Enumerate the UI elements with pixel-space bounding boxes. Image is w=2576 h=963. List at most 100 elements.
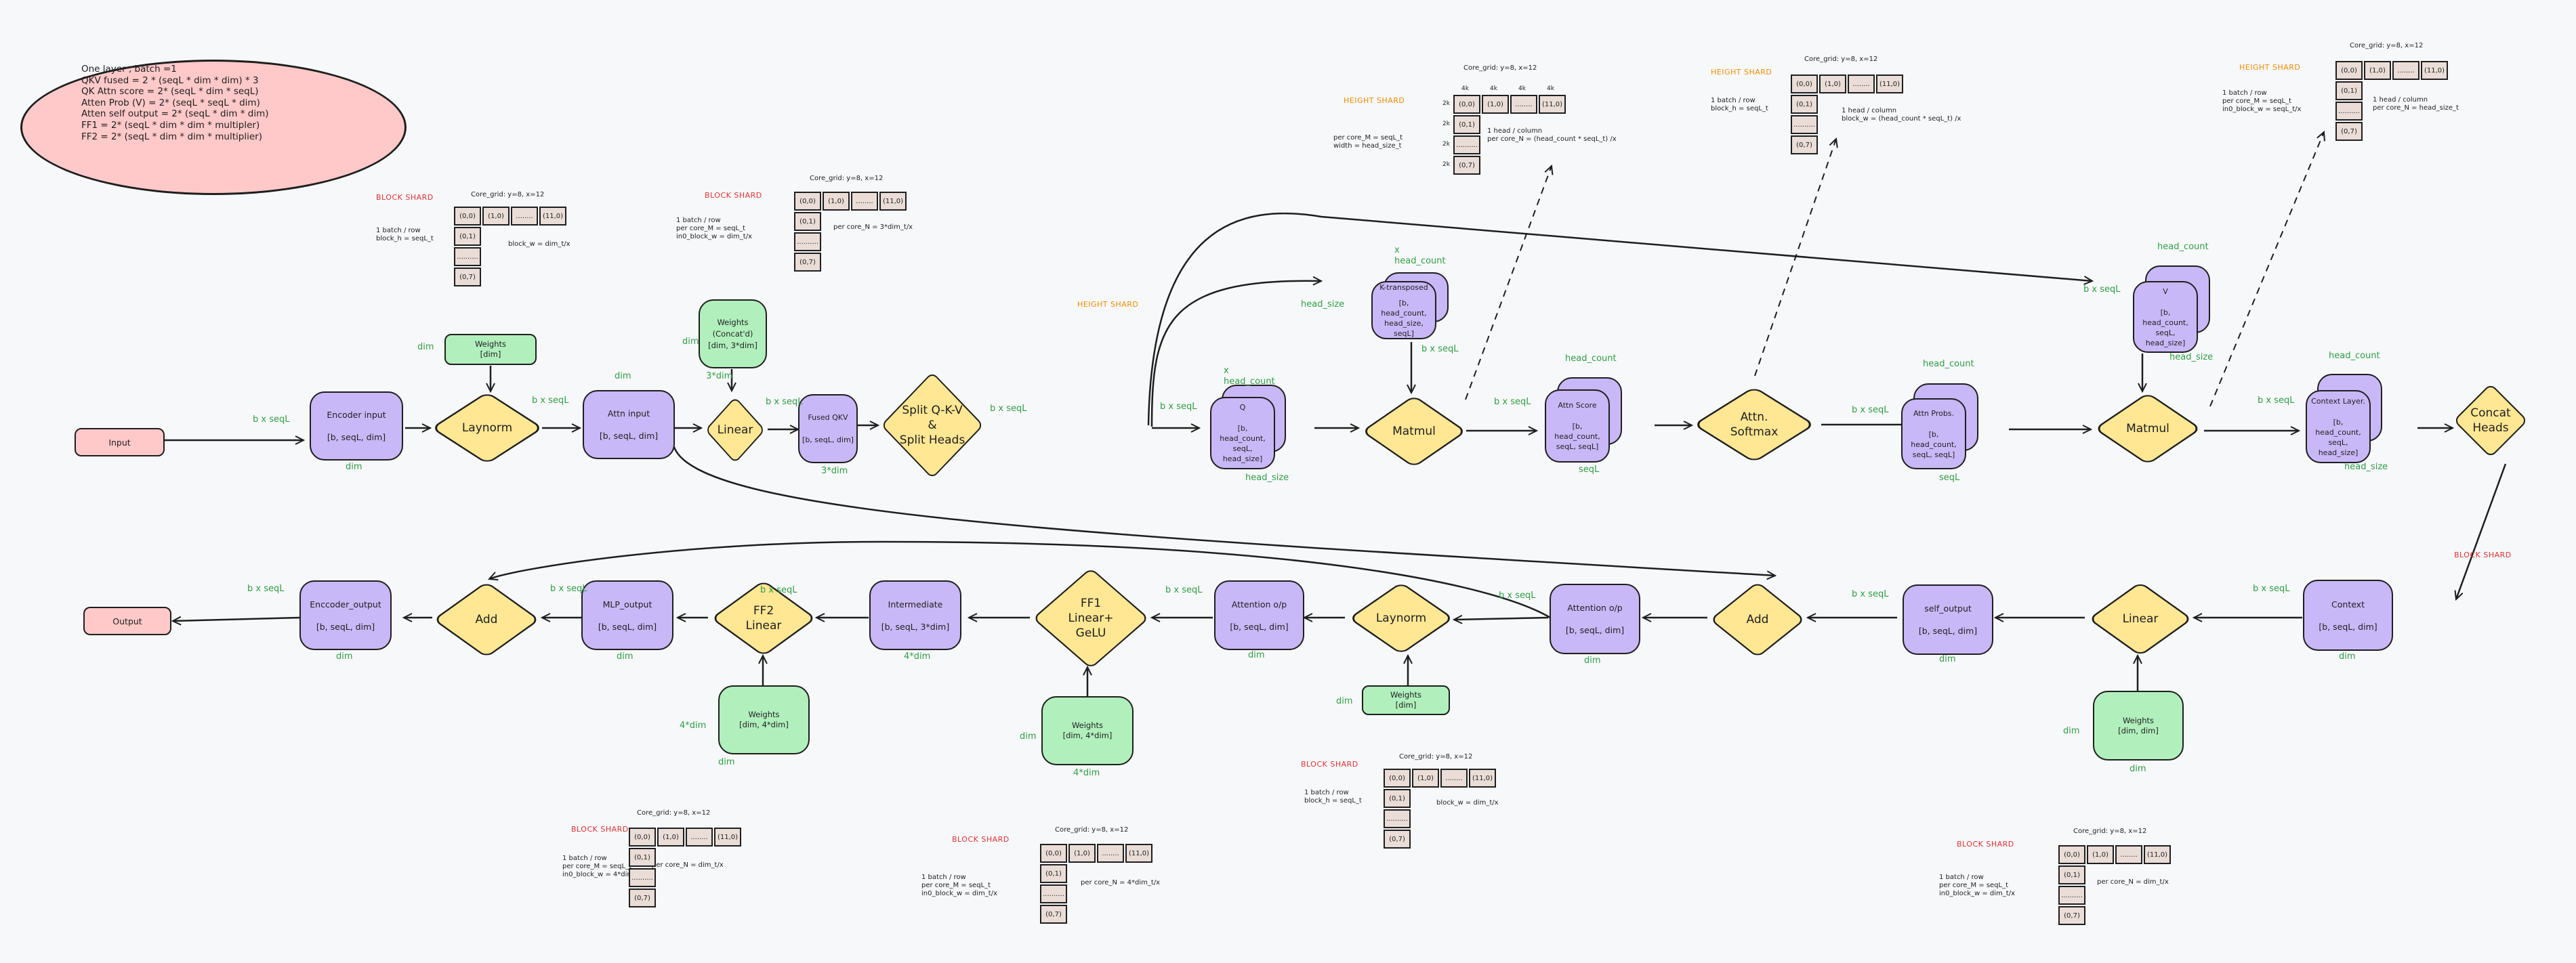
- output-label: Output: [112, 616, 142, 626]
- attn-input-node[interactable]: Attn input [b, seqL, dim]: [583, 390, 675, 459]
- edge-encoderoutput-output: [173, 618, 301, 621]
- op-linear-qkv[interactable]: Linear: [702, 393, 768, 467]
- core-cell: (11,0): [1539, 95, 1566, 114]
- op-label: Linear: [2122, 612, 2159, 626]
- input-label: Input: [108, 437, 131, 448]
- core-cell: (0,7): [2058, 906, 2085, 925]
- shard-type-label: BLOCK SHARD: [1301, 760, 1358, 769]
- op-label: FF1 Linear+ GeLU: [1068, 597, 1114, 640]
- encoder-input-node[interactable]: Encoder input [b, seqL, dim]: [310, 391, 403, 461]
- block-shard-label: BLOCK SHARD: [2454, 551, 2512, 559]
- node-shape: [b, seqL, dim]: [1565, 625, 1625, 635]
- attn-probs-node[interactable]: Attn Probs. [b, head_count, seqL, seqL]: [1901, 398, 1966, 469]
- op-layernorm1[interactable]: Laynorm: [430, 391, 544, 465]
- dim-label: b x seqL: [247, 584, 285, 594]
- dim-label: b x seqL: [766, 397, 803, 407]
- core-cell: ........: [2392, 61, 2419, 80]
- core-cell: ........: [1510, 95, 1537, 114]
- dim-label: head_size: [2169, 352, 2214, 362]
- dim-label: head_size: [2344, 462, 2388, 472]
- output-node[interactable]: Output: [83, 607, 171, 635]
- op-label: Attn. Softmax: [1730, 410, 1779, 439]
- core-cell: (0,7): [1384, 830, 1411, 849]
- attention-op-node-2[interactable]: Attention o/p [b, seqL, dim]: [1214, 580, 1304, 650]
- op-label: Split Q-K-V & Split Heads: [899, 404, 965, 447]
- weights-ff2[interactable]: Weights [dim, 4*dim]: [718, 685, 810, 754]
- op-split[interactable]: Split Q-K-V & Split Heads: [878, 369, 986, 481]
- node-shape: [b, seqL, dim]: [327, 432, 386, 442]
- node-title: Attention o/p: [1231, 599, 1287, 609]
- shard-type-label: HEIGHT SHARD: [2239, 63, 2301, 72]
- node-title: Weights: [1390, 690, 1422, 700]
- dim-label: seqL: [1579, 465, 1600, 475]
- attention-op-node-1[interactable]: Attention o/p [b, seqL, dim]: [1550, 584, 1640, 654]
- op-matmul2[interactable]: Matmul: [2094, 391, 2202, 466]
- core-cell: (0,0): [1791, 74, 1818, 93]
- core-grid-title: Core_grid: y=8, x=12: [1055, 826, 1129, 834]
- op-softmax[interactable]: Attn. Softmax: [1691, 386, 1817, 463]
- shard-right-note: 1 head / column block_w = (head_count * …: [1842, 107, 1961, 123]
- shard-type-label: BLOCK SHARD: [952, 835, 1010, 844]
- shard-left-note: 1 batch / row block_h = seqL_t: [1304, 789, 1362, 805]
- op-matmul1[interactable]: Matmul: [1360, 394, 1468, 469]
- core-cell: (0,0): [1384, 769, 1411, 788]
- height-shard-label: HEIGHT SHARD: [1077, 300, 1139, 309]
- shard-right-note: per core_N = 4*dim_t/x: [1081, 879, 1161, 886]
- shard-right-note: per core_N = dim_t/x: [652, 861, 724, 869]
- op-label: Concat Heads: [2470, 406, 2511, 435]
- weights-ff1[interactable]: Weights [dim, 4*dim]: [1041, 696, 1134, 765]
- v-node[interactable]: V [b, head_count, seqL, head_size]: [2133, 281, 2198, 353]
- input-node[interactable]: Input: [75, 428, 165, 456]
- fused-qkv-node[interactable]: Fused QKV [b, seqL, dim]: [798, 394, 858, 463]
- op-layernorm2[interactable]: Laynorm: [1347, 581, 1455, 656]
- core-cell: ........: [1848, 74, 1875, 93]
- node-title: Context Layer.: [2311, 396, 2365, 406]
- node-shape: [b, seqL, dim]: [802, 435, 854, 444]
- dim-label: dim: [2130, 764, 2146, 774]
- node-title: Weights: [748, 710, 780, 719]
- op-add2[interactable]: Add: [432, 581, 541, 658]
- weights-linear-out[interactable]: Weights [dim, dim]: [2093, 691, 2184, 761]
- q-node[interactable]: Q [b, head_count, seqL, head_size]: [1210, 397, 1275, 469]
- intermediate-node[interactable]: Intermediate [b, seqL, 3*dim]: [869, 580, 961, 650]
- dim-label: dim: [2063, 726, 2080, 736]
- attn-score-node[interactable]: Attn Score [b, head_count, seqL, seqL]: [1545, 389, 1610, 463]
- core-cell: ........: [1097, 844, 1124, 863]
- note-line: FF2 = 2* (seqL * dim * dim * multiplier): [81, 131, 262, 142]
- note-line: Atten Prob (V) = 2* (seqL * seqL * dim): [81, 97, 260, 108]
- weights-layernorm1[interactable]: Weights [dim]: [444, 334, 537, 365]
- shard-type-label: HEIGHT SHARD: [1344, 96, 1405, 105]
- core-cell: (0,0): [1040, 844, 1067, 863]
- weights-layernorm2[interactable]: Weights [dim]: [1362, 685, 1450, 715]
- node-title: Encoder input: [327, 410, 386, 420]
- core-size-tag: 4k: [1547, 85, 1554, 92]
- core-cell: (0,1): [1453, 115, 1480, 134]
- shard-type-label: BLOCK SHARD: [705, 191, 762, 200]
- op-add1[interactable]: Add: [1709, 581, 1806, 658]
- self-output-node[interactable]: self_output [b, seqL, dim]: [1903, 584, 1993, 655]
- core-cell: ..........: [1453, 135, 1480, 154]
- encoder-output-node[interactable]: Enccoder_output [b, seqL, dim]: [299, 580, 392, 650]
- weights-qkv[interactable]: Weights (Concat'd) [dim, 3*dim]: [699, 299, 767, 368]
- dim-label: dim: [682, 337, 699, 347]
- node-title: Q: [1239, 403, 1246, 412]
- op-linear-out[interactable]: Linear: [2087, 581, 2194, 657]
- context-layer-node[interactable]: Context Layer. [b, head_count, seqL, head…: [2306, 390, 2371, 463]
- dim-label: head_size: [1301, 299, 1345, 309]
- core-cell: (0,1): [1384, 789, 1411, 808]
- dim-label: 3*dim: [821, 466, 848, 476]
- note-line: FF1 = 2* (seqL * dim * dim * multipler): [81, 119, 260, 131]
- core-size-tag: 4k: [1490, 85, 1497, 92]
- node-shape: [dim]: [480, 349, 501, 359]
- node-title: MLP_output: [602, 599, 652, 609]
- core-grid-title: Core_grid: y=8, x=12: [637, 809, 711, 817]
- k-transposed-node[interactable]: K-transposed [b, head_count, head_size, s…: [1371, 281, 1436, 339]
- dim-label: b x seqL: [1421, 344, 1459, 354]
- context-node[interactable]: Context [b, seqL, dim]: [2303, 580, 2393, 651]
- op-concat-heads[interactable]: Concat Heads: [2453, 383, 2529, 458]
- core-cell: (11,0): [714, 828, 741, 847]
- op-ff1[interactable]: FF1 Linear+ GeLU: [1030, 568, 1152, 669]
- core-cell: (0,1): [454, 227, 481, 246]
- shard-type-label: HEIGHT SHARD: [1711, 68, 1772, 77]
- mlp-output-node[interactable]: MLP_output [b, seqL, dim]: [581, 580, 673, 650]
